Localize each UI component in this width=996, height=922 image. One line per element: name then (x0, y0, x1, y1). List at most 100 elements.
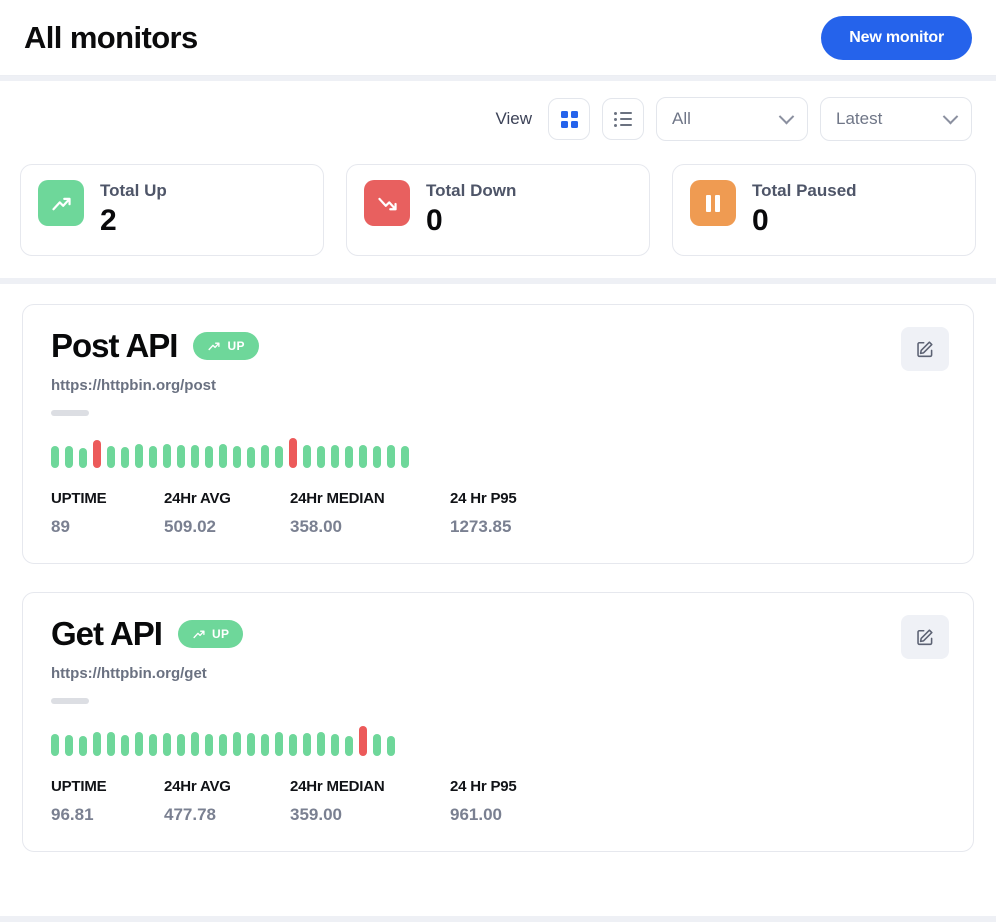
heartbeat-bar-up[interactable] (121, 735, 129, 756)
heartbeat-bar-up[interactable] (303, 445, 311, 468)
edit-icon (914, 338, 936, 360)
heartbeat-bar-up[interactable] (121, 447, 129, 468)
heartbeat-bar-up[interactable] (401, 446, 409, 468)
status-filter-value: All (672, 109, 691, 128)
metric-label: UPTIME (51, 490, 107, 507)
heartbeat-bar-up[interactable] (219, 444, 227, 468)
edit-monitor-button[interactable] (901, 327, 949, 371)
heartbeat-bar-chart (51, 724, 947, 756)
monitors-page: All monitors New monitor View All Latest… (0, 0, 996, 922)
heartbeat-bar-up[interactable] (317, 732, 325, 756)
heartbeat-bar-up[interactable] (135, 732, 143, 756)
heartbeat-bar-up[interactable] (205, 446, 213, 468)
heartbeat-bar-up[interactable] (177, 445, 185, 468)
heartbeat-bar-up[interactable] (51, 446, 59, 468)
heartbeat-bar-up[interactable] (317, 446, 325, 468)
trending-up-icon (207, 339, 221, 353)
heartbeat-bar-up[interactable] (233, 446, 241, 468)
heartbeat-bar-up[interactable] (219, 734, 227, 756)
heartbeat-bar-up[interactable] (359, 445, 367, 468)
metric-value: 96.81 (51, 805, 94, 824)
sort-filter-select[interactable]: Latest (820, 97, 972, 141)
sort-filter-value: Latest (836, 109, 883, 128)
heartbeat-bar-up[interactable] (345, 736, 353, 756)
heartbeat-bar-up[interactable] (93, 732, 101, 756)
heartbeat-bar-up[interactable] (261, 445, 269, 468)
heartbeat-bar-up[interactable] (331, 734, 339, 756)
heartbeat-bar-up[interactable] (191, 445, 199, 468)
heartbeat-bar-up[interactable] (275, 732, 283, 756)
heartbeat-bar-up[interactable] (107, 446, 115, 468)
heartbeat-bar-down[interactable] (289, 438, 297, 468)
stat-card: Total Paused 0 (672, 164, 976, 256)
heartbeat-bar-up[interactable] (261, 734, 269, 756)
heartbeat-bar-up[interactable] (331, 445, 339, 468)
stat-text: Total Paused 0 (752, 180, 857, 238)
pause-icon (690, 180, 736, 226)
stat-card: Total Up 2 (20, 164, 324, 256)
metric-value: 509.02 (164, 517, 216, 536)
edit-monitor-button[interactable] (901, 615, 949, 659)
metric-value: 961.00 (450, 805, 502, 824)
heartbeat-bar-up[interactable] (247, 733, 255, 756)
heartbeat-bar-up[interactable] (163, 733, 171, 756)
monitor-card[interactable]: Get API UP https://httpbin.org/get UPTIME 96… (22, 592, 974, 852)
metric-column: 24 Hr P95 1273.85 (450, 490, 517, 537)
list-view-toggle[interactable] (602, 98, 644, 140)
monitor-name: Post API (51, 327, 178, 364)
monitor-metrics: UPTIME 96.81 24Hr AVG 477.78 24Hr MEDIAN 359.… (51, 778, 947, 825)
stat-label: Total Up (100, 181, 167, 200)
heartbeat-bar-up[interactable] (387, 736, 395, 756)
metric-value: 359.00 (290, 805, 342, 824)
status-filter-select[interactable]: All (656, 97, 808, 141)
heartbeat-bar-up[interactable] (373, 734, 381, 756)
heartbeat-bar-up[interactable] (79, 736, 87, 756)
monitor-metrics: UPTIME 89 24Hr AVG 509.02 24Hr MEDIAN 358.00 2… (51, 490, 947, 537)
heartbeat-bar-up[interactable] (163, 444, 171, 468)
heartbeat-bar-up[interactable] (65, 735, 73, 756)
monitor-url[interactable]: https://httpbin.org/get (51, 665, 947, 682)
status-badge-label: UP (211, 627, 230, 641)
heartbeat-bar-up[interactable] (79, 448, 87, 468)
trending-up-icon (38, 180, 84, 226)
heartbeat-bar-down[interactable] (359, 726, 367, 756)
heartbeat-bar-up[interactable] (289, 734, 297, 756)
stat-value: 2 (100, 204, 117, 237)
heartbeat-bar-up[interactable] (135, 444, 143, 468)
heartbeat-bar-up[interactable] (373, 446, 381, 468)
heartbeat-bar-up[interactable] (205, 734, 213, 756)
heartbeat-bar-up[interactable] (177, 734, 185, 756)
heartbeat-bar-up[interactable] (191, 732, 199, 756)
new-monitor-button[interactable]: New monitor (821, 15, 972, 60)
page-header: All monitors New monitor (0, 0, 996, 76)
heartbeat-bar-up[interactable] (233, 732, 241, 756)
heartbeat-bar-up[interactable] (345, 446, 353, 468)
heartbeat-bar-up[interactable] (303, 733, 311, 756)
metric-column: UPTIME 89 (51, 490, 164, 537)
stat-text: Total Down 0 (426, 180, 516, 238)
heartbeat-bar-up[interactable] (107, 732, 115, 756)
monitor-name: Get API (51, 615, 163, 652)
heartbeat-bar-up[interactable] (387, 445, 395, 468)
grid-view-toggle[interactable] (548, 98, 590, 140)
monitor-url[interactable]: https://httpbin.org/post (51, 377, 947, 394)
heartbeat-bar-up[interactable] (149, 446, 157, 468)
status-badge: UP (177, 620, 244, 648)
metric-label: 24 Hr P95 (450, 778, 517, 795)
heartbeat-bar-up[interactable] (149, 734, 157, 756)
heartbeat-bar-down[interactable] (93, 440, 101, 468)
metric-label: 24 Hr P95 (450, 490, 517, 507)
metric-value: 358.00 (290, 517, 342, 536)
stat-value: 0 (426, 204, 443, 237)
stat-text: Total Up 2 (100, 180, 167, 238)
metric-column: 24 Hr P95 961.00 (450, 778, 517, 825)
monitor-card[interactable]: Post API UP https://httpbin.org/post UPTIME… (22, 304, 974, 564)
metric-column: 24Hr MEDIAN 359.00 (290, 778, 450, 825)
heartbeat-bar-up[interactable] (65, 446, 73, 468)
heartbeat-bar-up[interactable] (51, 734, 59, 756)
heartbeat-bar-up[interactable] (247, 447, 255, 468)
heartbeat-bar-up[interactable] (275, 446, 283, 468)
metric-label: 24Hr AVG (164, 490, 231, 507)
metric-value: 1273.85 (450, 517, 512, 536)
metric-label: 24Hr MEDIAN (290, 490, 385, 507)
